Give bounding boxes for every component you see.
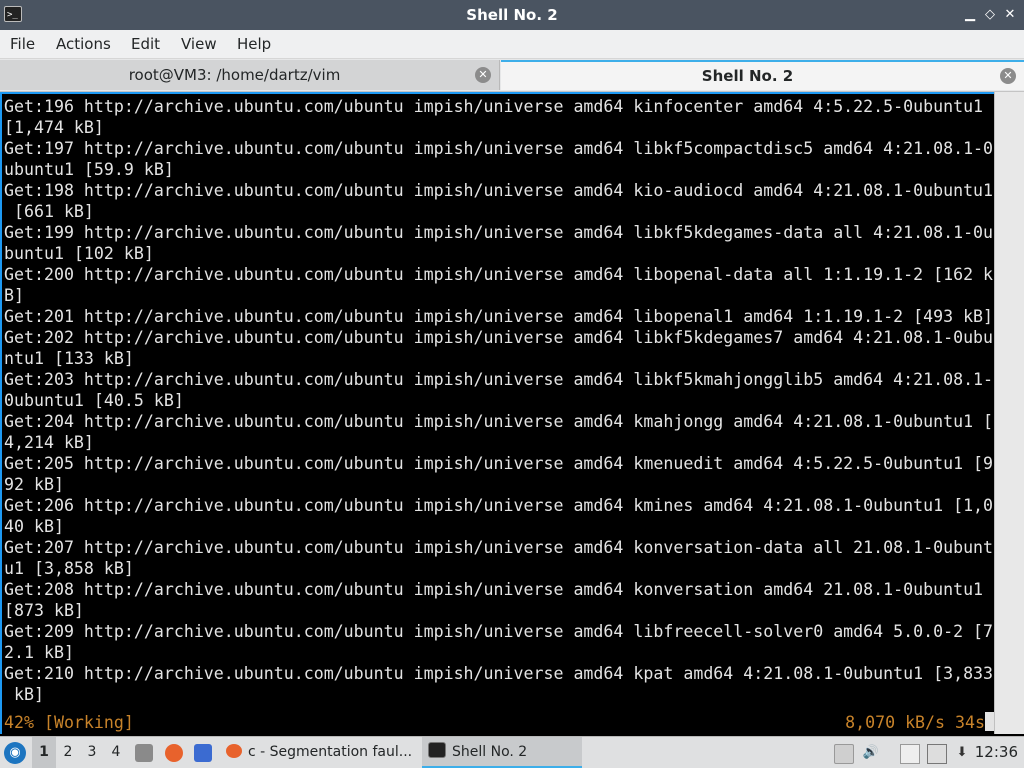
terminal-line: ntu1 [133 kB] [4,349,134,368]
terminal-line: u1 [3,858 kB] [4,559,134,578]
workspace-4[interactable]: 4 [104,737,128,768]
clock[interactable]: 12:36 [975,737,1018,768]
terminal-line: Get:205 http://archive.ubuntu.com/ubuntu… [4,454,994,473]
start-menu-icon[interactable]: ◉ [4,742,26,764]
terminal-line: Get:208 http://archive.ubuntu.com/ubuntu… [4,580,984,599]
network-icon[interactable] [927,744,947,764]
text-cursor [985,712,994,731]
task-terminal[interactable]: Shell No. 2 [422,737,582,768]
terminal-line: buntu1 [102 kB] [4,244,154,263]
menu-file[interactable]: File [10,30,35,58]
taskbar: ◉ 1 2 3 4 c - Segmentation faul... Shell… [0,736,1024,768]
menu-bar: File Actions Edit View Help [0,30,1024,59]
terminal-line: Get:199 http://archive.ubuntu.com/ubuntu… [4,223,994,242]
volume-icon[interactable]: 🔊 [862,744,880,762]
menu-actions[interactable]: Actions [56,30,111,58]
terminal-line: Get:209 http://archive.ubuntu.com/ubuntu… [4,622,994,641]
task-label: Shell No. 2 [452,744,528,760]
progress-status: 42% [Working] [4,713,134,732]
terminal-line: 92 kB] [4,475,64,494]
task-firefox[interactable]: c - Segmentation faul... [222,737,420,768]
terminal-line: Get:198 http://archive.ubuntu.com/ubuntu… [4,181,994,200]
terminal-line: kB] [4,685,44,704]
tab-shell-no-2[interactable]: Shell No. 2 ✕ [501,60,1024,90]
update-icon[interactable]: ⬇ [953,744,971,762]
workspace-2[interactable]: 2 [56,737,80,768]
terminal-line: Get:206 http://archive.ubuntu.com/ubuntu… [4,496,994,515]
terminal-line: [873 kB] [4,601,84,620]
download-rate: 8,070 kB/s 34s [845,712,994,733]
tab-label: root@VM3: /home/dartz/vim [128,66,341,84]
terminal-line: Get:210 http://archive.ubuntu.com/ubuntu… [4,664,994,683]
tab-label: Shell No. 2 [701,67,794,85]
firefox-icon[interactable] [165,744,183,762]
terminal-line: Get:202 http://archive.ubuntu.com/ubuntu… [4,328,994,347]
terminal-line: Get:204 http://archive.ubuntu.com/ubuntu… [4,412,994,431]
tab-bar: root@VM3: /home/dartz/vim ✕ Shell No. 2 … [0,59,1024,92]
terminal-line: 4,214 kB] [4,433,94,452]
clipboard-icon[interactable] [834,744,854,764]
terminal-output: Get:196 http://archive.ubuntu.com/ubuntu… [4,96,994,705]
close-icon[interactable]: ✕ [1001,5,1019,25]
terminal-line: [1,474 kB] [4,118,104,137]
workspace-1[interactable]: 1 [32,737,56,768]
terminal-line: Get:201 http://archive.ubuntu.com/ubuntu… [4,307,994,326]
terminal-scrollbar[interactable] [994,92,1024,734]
file-manager-icon[interactable] [135,744,153,762]
notes-icon[interactable] [900,744,920,764]
menu-view[interactable]: View [181,30,217,58]
terminal-icon [428,742,446,758]
terminal-line: 2.1 kB] [4,643,74,662]
terminal-line: Get:196 http://archive.ubuntu.com/ubuntu… [4,97,984,116]
terminal-view[interactable]: Get:196 http://archive.ubuntu.com/ubuntu… [0,92,994,734]
window-title: Shell No. 2 [466,6,558,24]
terminal-line: Get:203 http://archive.ubuntu.com/ubuntu… [4,370,994,389]
firefox-icon [226,744,242,758]
menu-edit[interactable]: Edit [131,30,160,58]
task-label: c - Segmentation faul... [248,744,413,760]
terminal-line: 0ubuntu1 [40.5 kB] [4,391,184,410]
window-titlebar[interactable]: >_ Shell No. 2 ▁ ◇ ✕ [0,0,1024,30]
maximize-icon[interactable]: ◇ [981,5,999,25]
terminal-line: ubuntu1 [59.9 kB] [4,160,174,179]
tab-close-icon[interactable]: ✕ [1000,68,1016,84]
apt-progress-line: 42% [Working] 8,070 kB/s 34s [4,712,994,733]
menu-help[interactable]: Help [237,30,271,58]
terminal-line: Get:197 http://archive.ubuntu.com/ubuntu… [4,139,994,158]
terminal-line: Get:200 http://archive.ubuntu.com/ubuntu… [4,265,994,284]
terminal-line: 40 kB] [4,517,64,536]
terminal-line: B] [4,286,24,305]
minimize-icon[interactable]: ▁ [961,5,979,25]
terminal-line: [661 kB] [4,202,94,221]
tab-root-vm3[interactable]: root@VM3: /home/dartz/vim ✕ [0,60,500,90]
desktop-icon[interactable] [194,744,212,762]
download-rate-text: 8,070 kB/s 34s [845,713,985,732]
terminal-line: Get:207 http://archive.ubuntu.com/ubuntu… [4,538,994,557]
workspace-3[interactable]: 3 [80,737,104,768]
tab-close-icon[interactable]: ✕ [475,67,491,83]
